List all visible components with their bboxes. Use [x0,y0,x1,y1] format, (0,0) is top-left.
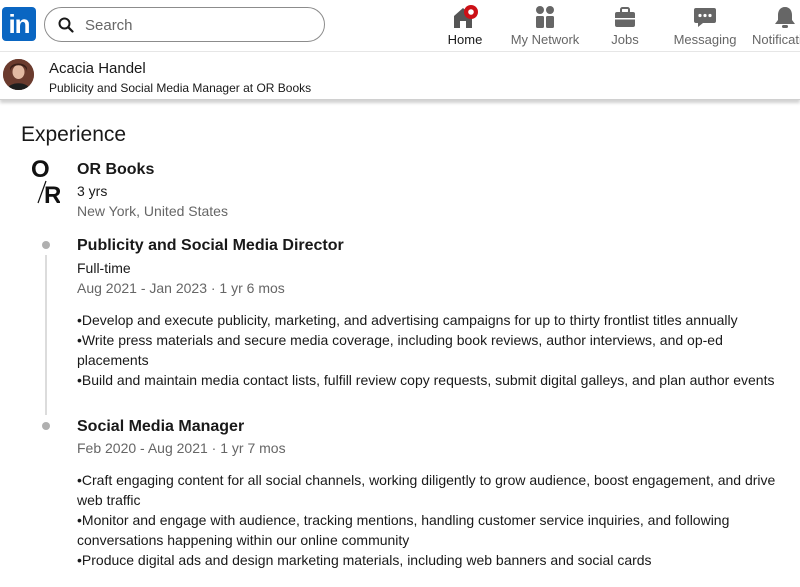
role-dates: Aug 2021 - Jan 2023 · 1 yr 6 mos [77,280,285,296]
profile-headline: Publicity and Social Media Manager at OR… [49,81,312,95]
search-input[interactable] [85,14,305,36]
people-icon [508,4,582,30]
nav-notifications-label: Notifications [752,32,800,47]
svg-text:R: R [44,182,60,205]
company-location: New York, United States [77,203,228,219]
or-books-logo[interactable]: O R [30,155,61,209]
briefcase-icon [605,4,645,30]
company-name[interactable]: OR Books [77,161,154,179]
linkedin-logo[interactable]: in [2,7,36,41]
company-duration: 3 yrs [77,183,108,199]
top-nav-bar: in Home My Network [0,0,800,52]
bell-icon [752,4,800,30]
profile-name: Acacia Handel [49,60,146,77]
nav-my-network[interactable]: My Network [508,4,582,48]
timeline-dot [42,241,50,249]
role-bullet: •Write press materials and secure media … [77,332,723,368]
role-bullet: •Develop and execute publicity, marketin… [77,312,738,328]
nav-jobs[interactable]: Jobs [605,4,645,48]
role-bullet: •Build and maintain media contact lists,… [77,372,775,388]
role-employment-type: Full-time [77,260,131,276]
role-bullet: •Monitor and engage with audience, track… [77,512,730,548]
timeline-dot [42,422,50,430]
role-dates: Feb 2020 - Aug 2021 · 1 yr 7 mos [77,440,286,456]
nav-messaging-label: Messaging [673,32,737,47]
role-title: Publicity and Social Media Director [77,237,344,254]
nav-home-label: Home [447,32,483,47]
nav-notifications[interactable]: Notifications [752,4,800,48]
svg-text:O: O [31,156,50,183]
search-box[interactable] [44,7,325,42]
nav-jobs-label: Jobs [611,32,639,47]
avatar[interactable] [3,59,34,90]
experience-section-title: Experience [21,123,127,146]
search-icon [58,17,74,33]
role-description: •Develop and execute publicity, marketin… [77,310,787,390]
nav-home[interactable]: Home [444,4,486,48]
profile-sticky-header: Acacia Handel Publicity and Social Media… [0,52,800,100]
role-bullet: •Produce digital ads and design marketin… [77,552,652,568]
role-title: Social Media Manager [77,418,245,435]
role-description: •Craft engaging content for all social c… [77,470,787,570]
nav-messaging[interactable]: Messaging [673,4,737,48]
role-bullet: •Craft engaging content for all social c… [77,472,776,508]
timeline-connector [45,255,47,415]
messaging-icon [673,4,737,30]
nav-my-network-label: My Network [510,32,580,47]
home-icon [444,4,486,30]
